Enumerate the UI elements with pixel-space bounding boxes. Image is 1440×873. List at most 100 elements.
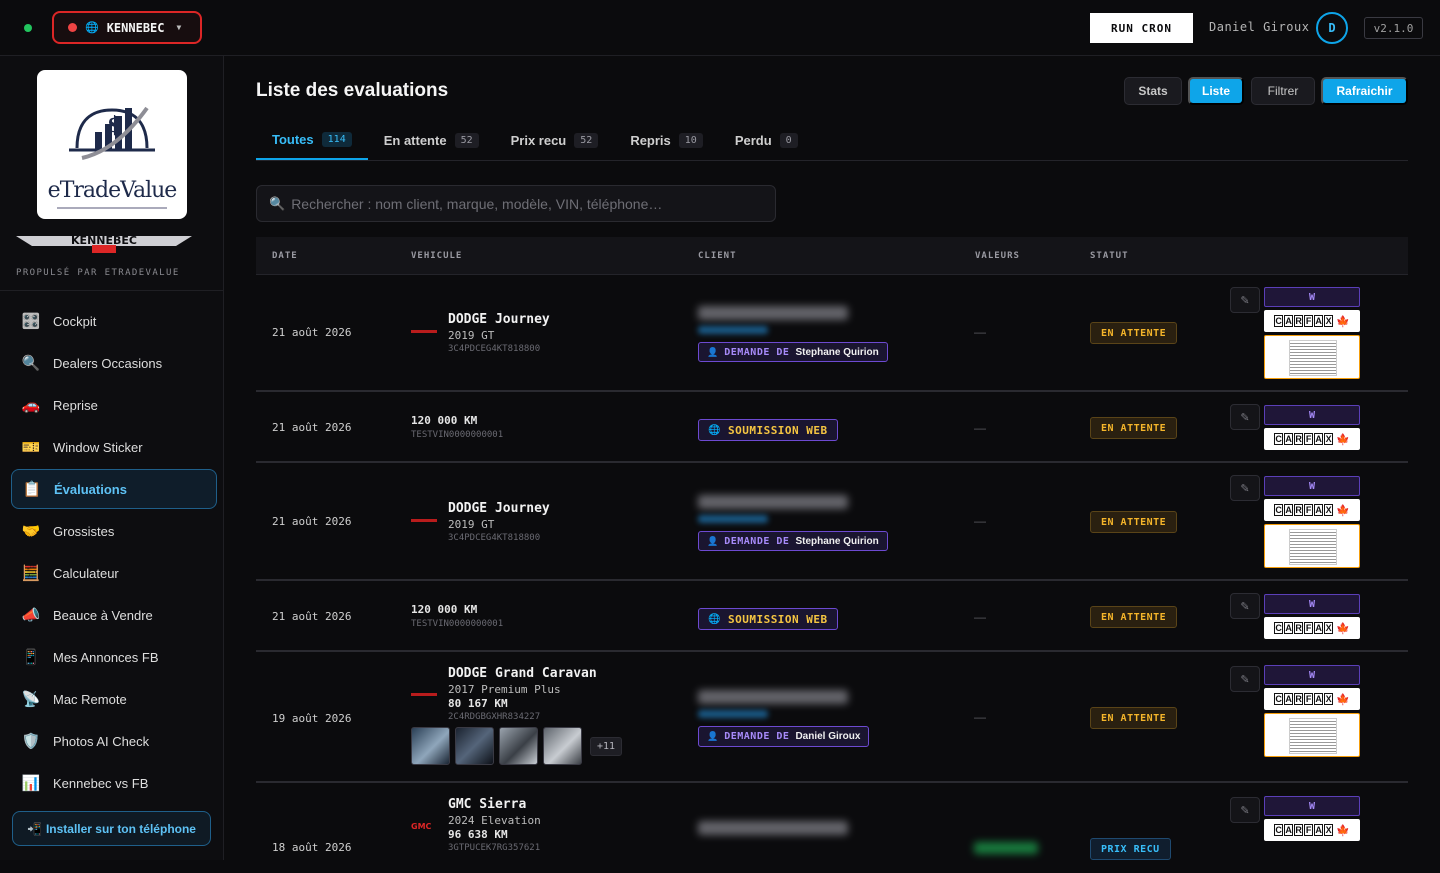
clipboard-icon: 📋 xyxy=(22,481,42,498)
sidebar: $ eTradeValue KENNEBEC PROPULSÉ PAR ETRA… xyxy=(0,56,224,860)
carfax-letter: X xyxy=(1324,433,1334,445)
window-sticker-thumbnail[interactable] xyxy=(1264,335,1360,379)
sidebar-item-reprise[interactable]: 🚗 Reprise xyxy=(11,385,217,425)
w-button[interactable]: W xyxy=(1264,665,1360,685)
tab-toutes[interactable]: Toutes 114 xyxy=(256,120,368,160)
maple-leaf-icon: 🍁 xyxy=(1336,433,1350,446)
table-row[interactable]: 19 août 2026 DODGE Grand Caravan 2017 Pr… xyxy=(256,652,1408,783)
search-input[interactable] xyxy=(291,195,772,212)
sidebar-item-beauce-a-vendre[interactable]: 📣 Beauce à Vendre xyxy=(11,595,217,635)
sidebar-item-mac-remote[interactable]: 📡 Mac Remote xyxy=(11,679,217,719)
refresh-button[interactable]: Rafraichir xyxy=(1321,77,1408,105)
w-button[interactable]: W xyxy=(1264,796,1360,816)
window-sticker-thumbnail[interactable] xyxy=(1264,524,1360,568)
window-sticker-thumbnail[interactable] xyxy=(1264,713,1360,757)
carfax-button[interactable]: C A R F A X 🍁 xyxy=(1264,310,1360,332)
person-icon: 👤 xyxy=(707,535,719,546)
tab-count: 10 xyxy=(678,132,703,148)
carfax-button[interactable]: C A R F A X 🍁 xyxy=(1264,688,1360,710)
carfax-button[interactable]: C A R F A X 🍁 xyxy=(1264,499,1360,521)
row-value: — xyxy=(974,610,986,624)
powered-by: PROPULSÉ PAR ETRADEVALUE xyxy=(16,268,180,278)
dodge-logo-icon xyxy=(411,519,437,522)
sidebar-item-label: Mes Annonces FB xyxy=(53,649,159,665)
w-button[interactable]: W xyxy=(1264,476,1360,496)
edit-button[interactable]: ✎ xyxy=(1230,666,1260,692)
dodge-logo-icon xyxy=(411,693,437,696)
carfax-letter: A xyxy=(1314,693,1324,705)
sidebar-item-window-sticker[interactable]: 🎫 Window Sticker xyxy=(11,427,217,467)
carfax-letter: F xyxy=(1304,315,1314,327)
tab-count: 114 xyxy=(321,131,352,147)
vehicle-photo[interactable] xyxy=(499,727,538,765)
table-row[interactable]: 21 août 2026 120 000 KM TESTVIN000000000… xyxy=(256,392,1408,463)
stats-button[interactable]: Stats xyxy=(1124,77,1182,105)
filter-button[interactable]: Filtrer xyxy=(1251,77,1315,105)
sidebar-nav: 🎛️ Cockpit 🔍 Dealers Occasions 🚗 Reprise 🎫 W… xyxy=(11,301,217,805)
w-button[interactable]: W xyxy=(1264,287,1360,307)
sidebar-item-label: Cockpit xyxy=(53,313,97,329)
page-title: Liste des evaluations xyxy=(256,80,449,101)
dealer-selector[interactable]: 🌐 KENNEBEC ▼ xyxy=(52,11,202,44)
sidebar-item-grossistes[interactable]: 🤝 Grossistes xyxy=(11,511,217,551)
carfax-letter: A xyxy=(1284,622,1294,634)
person-icon: 👤 xyxy=(707,731,719,741)
tab-label: Toutes xyxy=(272,131,314,147)
person-icon: 👤 xyxy=(707,346,719,357)
maple-leaf-icon: 🍁 xyxy=(1336,693,1350,706)
carfax-letter: F xyxy=(1304,504,1314,516)
tab-perdu[interactable]: Perdu 0 xyxy=(719,120,814,160)
table-row[interactable]: 21 août 2026 DODGE Journey 2019 GT 3C4PD… xyxy=(256,275,1408,392)
vehicle-photo[interactable] xyxy=(543,727,582,765)
carfax-letter: C xyxy=(1274,824,1284,836)
vehicle-vin: 3GTPUCEK7RG357621 xyxy=(448,843,541,853)
source-label: SOUMISSION WEB xyxy=(727,423,828,437)
client-phone-redacted xyxy=(698,515,768,523)
vehicle-vin: 3C4PDCEG4KT818800 xyxy=(448,344,541,354)
vehicle-photo[interactable] xyxy=(455,727,494,765)
tab-prix-recu[interactable]: Prix recu 52 xyxy=(495,120,615,160)
sidebar-item-dealers-occasions[interactable]: 🔍 Dealers Occasions xyxy=(11,343,217,383)
sidebar-item-photos-ai-check[interactable]: 🛡️ Photos AI Check xyxy=(11,721,217,761)
table-row[interactable]: 21 août 2026 120 000 KM TESTVIN000000000… xyxy=(256,581,1408,652)
dealer-name: KENNEBEC xyxy=(106,20,165,35)
w-button[interactable]: W xyxy=(1264,405,1360,425)
edit-button[interactable]: ✎ xyxy=(1230,287,1260,313)
tab-repris[interactable]: Repris 10 xyxy=(614,120,719,160)
liste-button[interactable]: Liste xyxy=(1188,77,1244,105)
carfax-button[interactable]: C A R F A X 🍁 xyxy=(1264,428,1360,450)
w-button[interactable]: W xyxy=(1264,594,1360,614)
sidebar-item-evaluations[interactable]: 📋 Évaluations xyxy=(11,469,217,509)
vehicle-vin: TESTVIN0000000001 xyxy=(411,430,504,440)
edit-button[interactable]: ✎ xyxy=(1230,475,1260,501)
carfax-letter: R xyxy=(1294,824,1304,836)
shield-icon: 🛡️ xyxy=(21,733,41,750)
tab-en-attente[interactable]: En attente 52 xyxy=(368,120,495,160)
gmc-logo-icon: GMC xyxy=(411,822,432,830)
tab-label: Perdu xyxy=(734,132,772,148)
edit-button[interactable]: ✎ xyxy=(1230,404,1260,430)
carfax-button[interactable]: C A R F A X 🍁 xyxy=(1264,819,1360,841)
carfax-letter: C xyxy=(1274,693,1284,705)
carfax-letter: R xyxy=(1294,433,1304,445)
avatar[interactable]: D xyxy=(1316,12,1348,44)
edit-button[interactable]: ✎ xyxy=(1230,593,1260,619)
more-photos-count[interactable]: +11 xyxy=(590,736,623,756)
sidebar-item-mes-annonces-fb[interactable]: 📱 Mes Annonces FB xyxy=(11,637,217,677)
sidebar-item-kennebec-vs-fb[interactable]: 📊 Kennebec vs FB xyxy=(11,763,217,803)
tab-label: Repris xyxy=(630,132,671,148)
vehicle-photo[interactable] xyxy=(411,727,450,765)
column-status: STATUT xyxy=(1090,251,1129,261)
edit-button[interactable]: ✎ xyxy=(1230,797,1260,823)
sidebar-item-calculateur[interactable]: 🧮 Calculateur xyxy=(11,553,217,593)
carfax-letter: X xyxy=(1324,693,1334,705)
carfax-letter: R xyxy=(1294,315,1304,327)
live-dot-icon xyxy=(68,23,77,32)
sidebar-item-label: Évaluations xyxy=(54,481,127,497)
carfax-button[interactable]: C A R F A X 🍁 xyxy=(1264,617,1360,639)
run-cron-button[interactable]: RUN CRON xyxy=(1090,13,1193,43)
tab-count: 52 xyxy=(574,132,599,148)
sidebar-item-cockpit[interactable]: 🎛️ Cockpit xyxy=(11,301,217,341)
install-app-button[interactable]: 📲 Installer sur ton téléphone xyxy=(12,811,211,846)
table-row[interactable]: 21 août 2026 DODGE Journey 2019 GT 3C4PD… xyxy=(256,463,1408,581)
